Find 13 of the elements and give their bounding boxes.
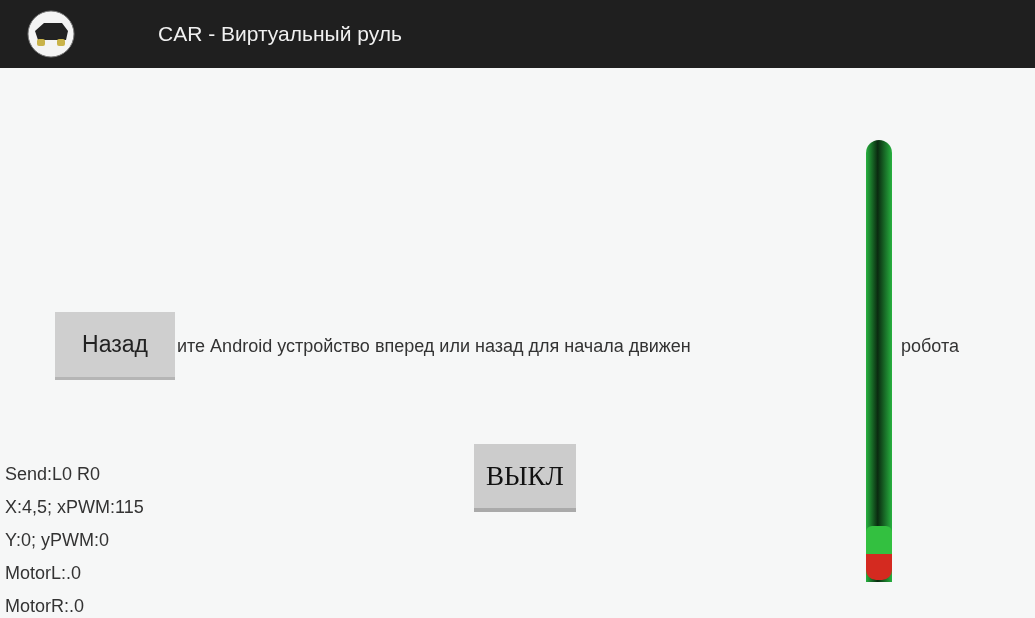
- status-line: X:4,5; xPWM:115: [5, 496, 145, 519]
- status-line: MotorR:.0: [5, 595, 86, 618]
- window-title: CAR - Виртуальный руль: [158, 21, 402, 48]
- back-button[interactable]: Назад: [55, 312, 175, 380]
- instruction-text: робота: [901, 334, 959, 358]
- status-line: MotorL:.0: [5, 562, 83, 585]
- instruction-text: ите Android устройство вперед или назад для начала движен: [176, 334, 692, 358]
- slider-thumb[interactable]: [866, 526, 892, 582]
- slider-track[interactable]: [866, 140, 892, 582]
- status-line: Y:0; yPWM:0: [5, 529, 111, 552]
- car-icon: [26, 9, 76, 59]
- status-line: Send:L0 R0: [5, 463, 102, 486]
- off-button[interactable]: ВЫКЛ: [474, 444, 576, 512]
